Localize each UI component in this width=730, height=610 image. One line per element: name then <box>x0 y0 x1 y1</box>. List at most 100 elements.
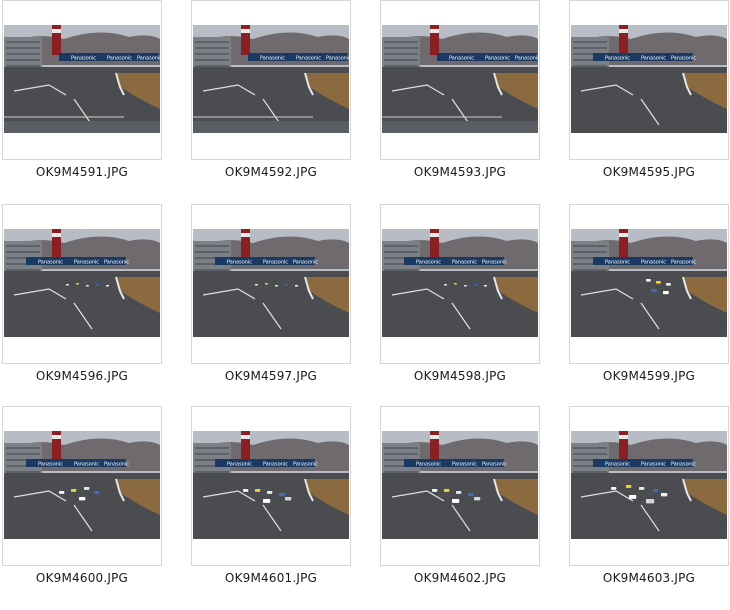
thumbnail-frame[interactable]: Panasonic Panasonic Panasonic <box>569 0 729 160</box>
car <box>94 491 100 494</box>
car <box>661 493 668 497</box>
svg-text:Panasonic: Panasonic <box>38 462 63 468</box>
file-name-label: OK9M4598.JPG <box>413 369 507 383</box>
racetrack-photo-thumbnail: Panasonic Panasonic Panasonic <box>382 229 538 337</box>
svg-text:Panasonic: Panasonic <box>263 260 288 266</box>
racetrack-photo-thumbnail: Panasonic Panasonic Panasonic <box>382 25 538 133</box>
svg-text:Panasonic: Panasonic <box>641 462 666 468</box>
racetrack-photo-thumbnail: Panasonic Panasonic Panasonic <box>571 25 727 133</box>
thumbnail-frame[interactable]: Panasonic Panasonic Panasonic <box>380 406 540 566</box>
svg-text:Panasonic: Panasonic <box>104 260 129 266</box>
car <box>629 495 637 499</box>
car <box>84 487 90 490</box>
file-name-label: OK9M4603.JPG <box>602 571 696 585</box>
car <box>484 285 487 287</box>
svg-text:Panasonic: Panasonic <box>482 260 507 266</box>
car <box>666 283 671 286</box>
svg-text:Panasonic: Panasonic <box>482 462 507 468</box>
file-thumbnail-item[interactable]: Panasonic Panasonic Panasonic OK9M4599.JPG <box>569 204 729 389</box>
svg-text:Panasonic: Panasonic <box>671 462 696 468</box>
thumbnail-frame[interactable]: Panasonic Panasonic Panasonic <box>569 204 729 364</box>
car <box>285 284 288 286</box>
file-thumbnail-item[interactable]: Panasonic Panasonic Panasonic OK9M4593.JPG <box>380 0 540 185</box>
car <box>639 487 645 490</box>
file-name-label: OK9M4597.JPG <box>224 369 318 383</box>
car <box>96 284 99 286</box>
file-thumbnail-item[interactable]: Panasonic Panasonic Panasonic OK9M4603.JPG <box>569 406 729 591</box>
thumbnail-frame[interactable]: Panasonic Panasonic Panasonic <box>2 204 162 364</box>
car <box>656 281 661 284</box>
car <box>59 491 65 494</box>
file-thumbnail-item[interactable]: Panasonic Panasonic Panasonic OK9M4600.JPG <box>2 406 162 591</box>
file-thumbnail-item[interactable]: Panasonic Panasonic Panasonic OK9M4596.JPG <box>2 204 162 389</box>
svg-text:Panasonic: Panasonic <box>107 56 132 62</box>
file-name-label: OK9M4599.JPG <box>602 369 696 383</box>
car <box>263 499 271 503</box>
racetrack-photo-thumbnail: Panasonic Panasonic Panasonic <box>571 229 727 337</box>
car <box>79 497 86 501</box>
thumbnail-frame[interactable]: Panasonic Panasonic Panasonic <box>380 0 540 160</box>
svg-text:Panasonic: Panasonic <box>293 462 318 468</box>
car <box>626 485 632 488</box>
svg-text:Panasonic: Panasonic <box>605 56 630 62</box>
racetrack-photo-thumbnail: Panasonic Panasonic Panasonic <box>193 431 349 539</box>
svg-text:Panasonic: Panasonic <box>515 56 538 62</box>
svg-text:Panasonic: Panasonic <box>137 56 160 62</box>
svg-text:Panasonic: Panasonic <box>605 260 630 266</box>
svg-text:Panasonic: Panasonic <box>104 462 129 468</box>
file-thumbnail-item[interactable]: Panasonic Panasonic Panasonic OK9M4601.JPG <box>191 406 351 591</box>
car <box>275 285 278 287</box>
car <box>255 284 258 286</box>
car <box>432 489 438 492</box>
car <box>295 285 298 287</box>
thumbnail-frame[interactable]: Panasonic Panasonic Panasonic <box>191 406 351 566</box>
car <box>66 284 69 286</box>
svg-text:Panasonic: Panasonic <box>671 56 696 62</box>
svg-text:Panasonic: Panasonic <box>293 260 318 266</box>
car <box>653 489 659 492</box>
car <box>243 489 249 492</box>
racetrack-photo-thumbnail: Panasonic Panasonic Panasonic <box>4 25 160 133</box>
car <box>279 493 285 497</box>
file-name-label: OK9M4593.JPG <box>413 165 507 179</box>
thumbnail-frame[interactable]: Panasonic Panasonic Panasonic <box>2 406 162 566</box>
file-thumbnail-item[interactable]: Panasonic Panasonic Panasonic OK9M4602.JPG <box>380 406 540 591</box>
svg-text:Panasonic: Panasonic <box>227 260 252 266</box>
file-thumbnail-item[interactable]: Panasonic Panasonic Panasonic OK9M4592.JPG <box>191 0 351 185</box>
svg-text:Panasonic: Panasonic <box>74 260 99 266</box>
racetrack-photo-thumbnail: Panasonic Panasonic Panasonic <box>382 431 538 539</box>
svg-text:Panasonic: Panasonic <box>485 56 510 62</box>
car <box>646 279 651 282</box>
file-thumbnail-item[interactable]: Panasonic Panasonic Panasonic OK9M4591.JPG <box>2 0 162 185</box>
file-thumbnail-item[interactable]: Panasonic Panasonic Panasonic OK9M4595.JPG <box>569 0 729 185</box>
file-thumbnail-item[interactable]: Panasonic Panasonic Panasonic OK9M4597.JPG <box>191 204 351 389</box>
car <box>267 491 273 494</box>
car <box>646 499 655 504</box>
svg-text:Panasonic: Panasonic <box>416 260 441 266</box>
thumbnail-grid: Panasonic Panasonic Panasonic OK9M4591.JPG P… <box>0 0 730 610</box>
racetrack-photo-thumbnail: Panasonic Panasonic Panasonic <box>193 25 349 133</box>
thumbnail-frame[interactable]: Panasonic Panasonic Panasonic <box>569 406 729 566</box>
svg-text:Panasonic: Panasonic <box>326 56 349 62</box>
car <box>106 285 109 287</box>
thumbnail-frame[interactable]: Panasonic Panasonic Panasonic <box>380 204 540 364</box>
car <box>611 487 617 490</box>
racetrack-photo-thumbnail: Panasonic Panasonic Panasonic <box>4 229 160 337</box>
thumbnail-frame[interactable]: Panasonic Panasonic Panasonic <box>191 0 351 160</box>
svg-text:Panasonic: Panasonic <box>449 56 474 62</box>
svg-text:Panasonic: Panasonic <box>227 462 252 468</box>
car <box>468 493 474 497</box>
svg-text:Panasonic: Panasonic <box>38 260 63 266</box>
thumbnail-frame[interactable]: Panasonic Panasonic Panasonic <box>191 204 351 364</box>
file-name-label: OK9M4602.JPG <box>413 571 507 585</box>
svg-text:Panasonic: Panasonic <box>452 260 477 266</box>
car <box>663 291 669 295</box>
file-name-label: OK9M4601.JPG <box>224 571 318 585</box>
svg-text:Panasonic: Panasonic <box>74 462 99 468</box>
car <box>265 283 268 285</box>
file-thumbnail-item[interactable]: Panasonic Panasonic Panasonic OK9M4598.JPG <box>380 204 540 389</box>
file-name-label: OK9M4592.JPG <box>224 165 318 179</box>
file-name-label: OK9M4595.JPG <box>602 165 696 179</box>
svg-text:Panasonic: Panasonic <box>296 56 321 62</box>
thumbnail-frame[interactable]: Panasonic Panasonic Panasonic <box>2 0 162 160</box>
